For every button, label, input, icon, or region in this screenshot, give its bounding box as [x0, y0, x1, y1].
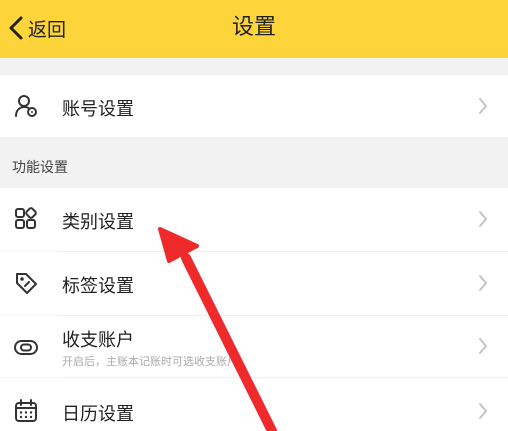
section-header: 功能设置: [0, 137, 508, 188]
category-grid-icon: [13, 206, 39, 232]
chevron-right-icon: [478, 337, 488, 355]
section-title: 功能设置: [12, 160, 68, 176]
income-expense-account-row[interactable]: 收支账户 开启后，主账本记账时可选收支账户: [0, 316, 508, 377]
chevron-right-icon: [478, 402, 488, 420]
top-spacer: [0, 58, 508, 75]
calendar-settings-row[interactable]: 日历设置: [0, 378, 508, 431]
account-settings-label: 账号设置: [62, 99, 134, 120]
tag-settings-label: 标签设置: [62, 276, 134, 297]
calendar-settings-label: 日历设置: [62, 404, 134, 425]
chevron-right-icon: [478, 97, 488, 115]
income-expense-account-label: 收支账户: [62, 330, 134, 351]
page-title: 设置: [231, 15, 276, 40]
income-expense-account-hint: 开启后，主账本记账时可选收支账户: [62, 355, 238, 368]
tag-settings-row[interactable]: 标签设置: [0, 252, 508, 315]
user-settings-icon: [13, 93, 39, 119]
top-bar: 返回 设置: [0, 0, 508, 58]
account-settings-row[interactable]: 账号设置: [0, 75, 508, 137]
account-link-icon: [13, 334, 39, 360]
chevron-right-icon: [478, 210, 488, 228]
category-settings-label: 类别设置: [62, 212, 134, 233]
chevron-right-icon: [478, 274, 488, 292]
category-settings-row[interactable]: 类别设置: [0, 188, 508, 251]
tag-icon: [13, 270, 39, 296]
calendar-icon: [13, 398, 39, 424]
